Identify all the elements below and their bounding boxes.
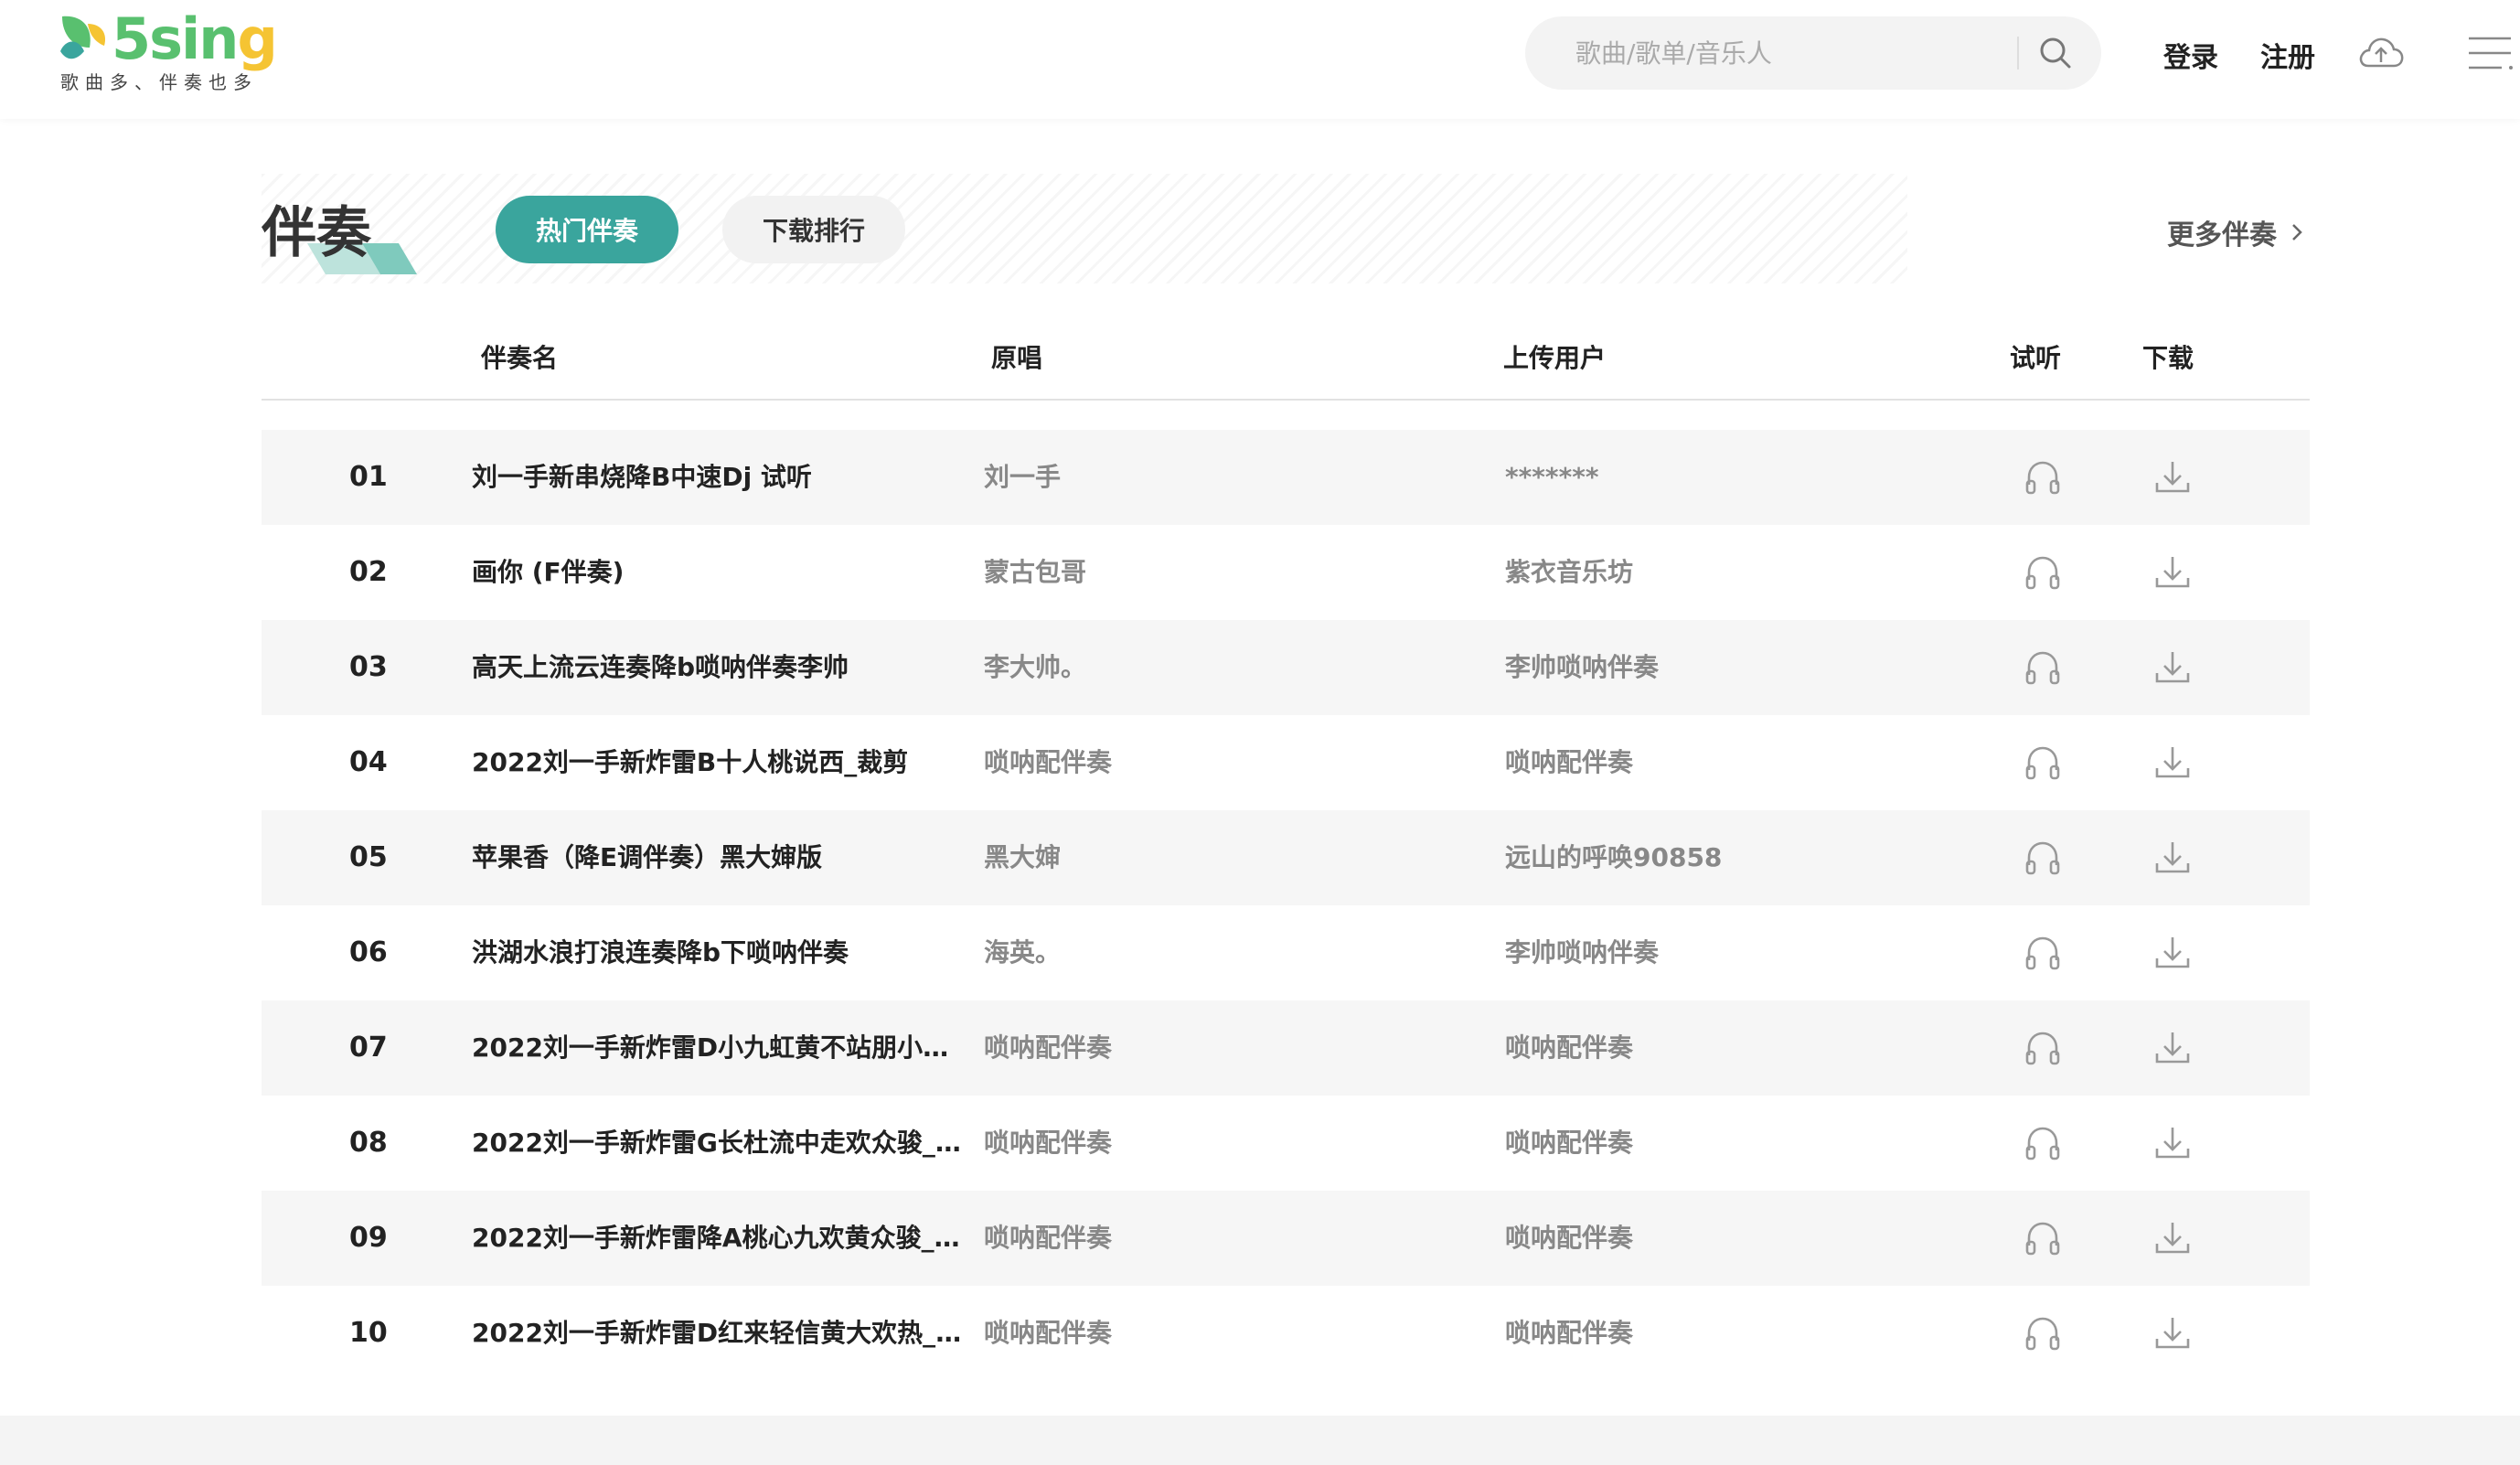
headphones-icon[interactable] — [2015, 1191, 2070, 1286]
table-row: 10 2022刘一手新炸雷D红来轻信黄大欢热_裁剪 唢呐配伴奏 唢呐配伴奏 — [262, 1286, 2310, 1381]
table-row: 02 画你 (F伴奏) 蒙古包哥 紫衣音乐坊 — [262, 525, 2310, 620]
row-rank: 05 — [349, 841, 388, 873]
logo-text: 5sing — [112, 5, 278, 72]
search-divider — [2017, 37, 2019, 70]
download-icon[interactable] — [2145, 620, 2200, 715]
login-link[interactable]: 登录 — [2163, 35, 2218, 75]
more-link-label: 更多伴奏 — [2167, 219, 2277, 251]
row-rank: 09 — [349, 1222, 388, 1254]
uploader-link[interactable]: 李帅唢呐伴奏 — [1505, 620, 1962, 715]
column-header-uploader: 上传用户 — [1503, 343, 1607, 373]
headphones-icon[interactable] — [2015, 525, 2070, 620]
uploader-link[interactable]: 唢呐配伴奏 — [1505, 715, 1962, 810]
accompaniment-name-link[interactable]: 2022刘一手新炸雷B十人桃说西_裁剪 — [472, 715, 966, 810]
headphones-icon[interactable] — [2015, 1096, 2070, 1191]
accompaniment-name-link[interactable]: 苹果香（降E调伴奏）黑大婶版 — [472, 810, 966, 905]
table-row: 03 高天上流云连奏降b唢呐伴奏李帅 李大帅。 李帅唢呐伴奏 — [262, 620, 2310, 715]
chevron-right-icon — [2292, 224, 2302, 241]
row-rank: 07 — [349, 1032, 388, 1064]
original-singer-link[interactable]: 唢呐配伴奏 — [984, 1096, 1459, 1191]
accompaniment-name-link[interactable]: 2022刘一手新炸雷G长杜流中走欢众骏_裁剪 — [472, 1096, 966, 1191]
download-icon[interactable] — [2145, 1096, 2200, 1191]
search-input[interactable] — [1575, 16, 2014, 90]
column-header-original: 原唱 — [991, 343, 1043, 373]
table-header: 伴奏名 原唱 上传用户 试听 下载 — [262, 320, 2310, 401]
accompaniment-name-link[interactable]: 高天上流云连奏降b唢呐伴奏李帅 — [472, 620, 966, 715]
search-icon[interactable] — [2037, 35, 2074, 71]
original-singer-link[interactable]: 唢呐配伴奏 — [984, 1000, 1459, 1096]
table-row: 07 2022刘一手新炸雷D小九虹黄不站朋小众… 唢呐配伴奏 唢呐配伴奏 — [262, 1000, 2310, 1096]
site-logo[interactable]: 5sing 歌曲多、伴奏也多 — [57, 5, 278, 102]
logo-leaf-icon — [60, 16, 106, 59]
uploader-link[interactable]: 唢呐配伴奏 — [1505, 1286, 1962, 1381]
column-header-listen: 试听 — [2010, 343, 2062, 373]
row-rank: 06 — [349, 936, 388, 968]
logo-slogan: 歌曲多、伴奏也多 — [60, 71, 258, 93]
download-icon[interactable] — [2145, 525, 2200, 620]
search-box — [1525, 16, 2101, 90]
cloud-upload-icon[interactable] — [2355, 27, 2407, 79]
headphones-icon[interactable] — [2015, 715, 2070, 810]
original-singer-link[interactable]: 唢呐配伴奏 — [984, 715, 1459, 810]
accompaniment-name-link[interactable]: 刘一手新串烧降B中速Dj 试听 — [472, 430, 966, 525]
uploader-link[interactable]: 唢呐配伴奏 — [1505, 1000, 1962, 1096]
table-row: 09 2022刘一手新炸雷降A桃心九欢黄众骏_裁剪 唢呐配伴奏 唢呐配伴奏 — [262, 1191, 2310, 1286]
accompaniment-name-link[interactable]: 2022刘一手新炸雷降A桃心九欢黄众骏_裁剪 — [472, 1191, 966, 1286]
row-rank: 04 — [349, 746, 388, 778]
uploader-link[interactable]: 紫衣音乐坊 — [1505, 525, 1962, 620]
tab-hot-accompaniment[interactable]: 热门伴奏 — [496, 196, 678, 263]
headphones-icon[interactable] — [2015, 1000, 2070, 1096]
original-singer-link[interactable]: 海英。 — [984, 905, 1459, 1000]
row-rank: 10 — [349, 1317, 388, 1349]
headphones-icon[interactable] — [2015, 620, 2070, 715]
original-singer-link[interactable]: 李大帅。 — [984, 620, 1459, 715]
download-icon[interactable] — [2145, 1191, 2200, 1286]
uploader-link[interactable]: ******* — [1505, 430, 1962, 525]
original-singer-link[interactable]: 黑大婶 — [984, 810, 1459, 905]
row-rank: 08 — [349, 1127, 388, 1159]
table-row: 01 刘一手新串烧降B中速Dj 试听 刘一手 ******* — [262, 430, 2310, 525]
headphones-icon[interactable] — [2015, 1286, 2070, 1381]
original-singer-link[interactable]: 唢呐配伴奏 — [984, 1191, 1459, 1286]
row-rank: 03 — [349, 651, 388, 683]
download-icon[interactable] — [2145, 715, 2200, 810]
accompaniment-list: 01 刘一手新串烧降B中速Dj 试听 刘一手 ******* 02 画你 (F伴奏) 蒙古包… — [262, 430, 2310, 1381]
row-rank: 01 — [349, 461, 388, 493]
headphones-icon[interactable] — [2015, 905, 2070, 1000]
table-row: 04 2022刘一手新炸雷B十人桃说西_裁剪 唢呐配伴奏 唢呐配伴奏 — [262, 715, 2310, 810]
menu-icon[interactable] — [2465, 33, 2516, 73]
accompaniment-name-link[interactable]: 洪湖水浪打浪连奏降b下唢呐伴奏 — [472, 905, 966, 1000]
uploader-link[interactable]: 唢呐配伴奏 — [1505, 1191, 1962, 1286]
accompaniment-name-link[interactable]: 2022刘一手新炸雷D小九虹黄不站朋小众… — [472, 1000, 966, 1096]
headphones-icon[interactable] — [2015, 810, 2070, 905]
headphones-icon[interactable] — [2015, 430, 2070, 525]
table-row: 08 2022刘一手新炸雷G长杜流中走欢众骏_裁剪 唢呐配伴奏 唢呐配伴奏 — [262, 1096, 2310, 1191]
accompaniment-name-link[interactable]: 2022刘一手新炸雷D红来轻信黄大欢热_裁剪 — [472, 1286, 966, 1381]
download-icon[interactable] — [2145, 905, 2200, 1000]
accompaniment-name-link[interactable]: 画你 (F伴奏) — [472, 525, 966, 620]
more-accompaniment-link[interactable]: 更多伴奏 — [2167, 212, 2304, 252]
site-header: 5sing 歌曲多、伴奏也多 登录 注册 — [0, 0, 2520, 119]
original-singer-link[interactable]: 蒙古包哥 — [984, 525, 1459, 620]
original-singer-link[interactable]: 刘一手 — [984, 430, 1459, 525]
uploader-link[interactable]: 远山的呼唤90858 — [1505, 810, 1962, 905]
register-link[interactable]: 注册 — [2260, 35, 2315, 75]
uploader-link[interactable]: 唢呐配伴奏 — [1505, 1096, 1962, 1191]
download-icon[interactable] — [2145, 810, 2200, 905]
tab-download-ranking[interactable]: 下载排行 — [722, 196, 905, 263]
uploader-link[interactable]: 李帅唢呐伴奏 — [1505, 905, 1962, 1000]
table-row: 05 苹果香（降E调伴奏）黑大婶版 黑大婶 远山的呼唤90858 — [262, 810, 2310, 905]
column-header-download: 下载 — [2142, 343, 2194, 373]
section-title: 伴奏 — [262, 201, 371, 265]
table-row: 06 洪湖水浪打浪连奏降b下唢呐伴奏 海英。 李帅唢呐伴奏 — [262, 905, 2310, 1000]
column-header-name: 伴奏名 — [481, 343, 559, 373]
row-rank: 02 — [349, 556, 388, 588]
download-icon[interactable] — [2145, 1000, 2200, 1096]
download-icon[interactable] — [2145, 430, 2200, 525]
download-icon[interactable] — [2145, 1286, 2200, 1381]
original-singer-link[interactable]: 唢呐配伴奏 — [984, 1286, 1459, 1381]
footer-band — [0, 1416, 2520, 1465]
